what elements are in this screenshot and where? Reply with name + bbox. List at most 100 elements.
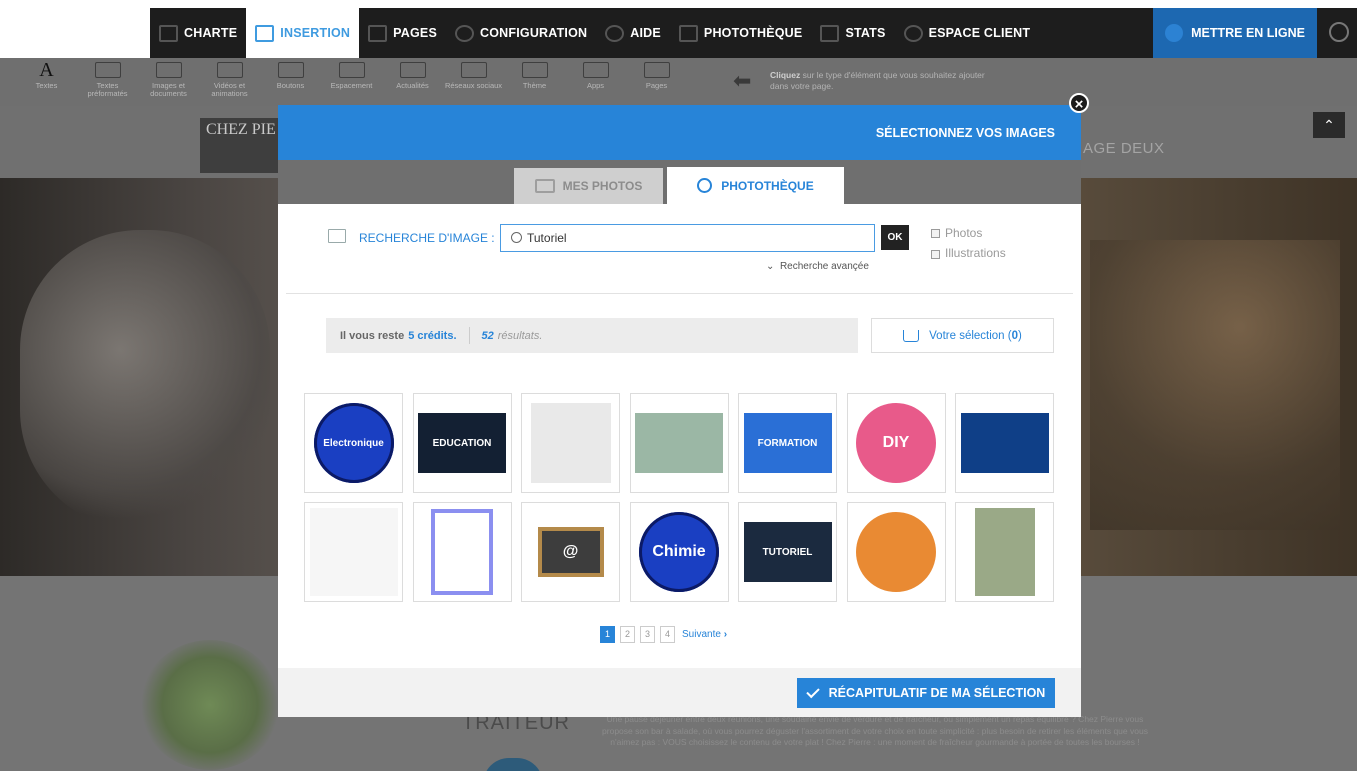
selection-button[interactable]: Votre sélection (0) bbox=[871, 318, 1054, 353]
image-thumbnail[interactable] bbox=[955, 502, 1054, 602]
back-arrow-icon: ⬅ bbox=[733, 68, 752, 93]
tool-textes-preformates[interactable]: Textes préformatés bbox=[77, 58, 138, 106]
tool-espacement[interactable]: Espacement bbox=[321, 58, 382, 106]
thumbnail-text: FORMATION bbox=[757, 437, 818, 449]
nav-label: INSERTION bbox=[280, 26, 351, 40]
hero-coffee-image bbox=[20, 230, 270, 530]
tool-apps[interactable]: Apps bbox=[565, 58, 626, 106]
page-2-button[interactable]: 2 bbox=[620, 626, 635, 643]
image-icon bbox=[328, 229, 346, 243]
tool-label: Boutons bbox=[276, 81, 305, 90]
image-thumbnail[interactable] bbox=[521, 393, 620, 493]
nav-charte[interactable]: CHARTE bbox=[150, 8, 246, 58]
tab-phototheque[interactable]: PHOTOTHÈQUE bbox=[667, 167, 844, 204]
tool-label: Vidéos et animations bbox=[211, 81, 248, 98]
tool-pages[interactable]: Pages bbox=[626, 58, 687, 106]
search-icon bbox=[511, 232, 522, 243]
upload-icon bbox=[1165, 24, 1184, 42]
nav-phototheque[interactable]: PHOTOTHÈQUE bbox=[670, 8, 812, 58]
nav-stats[interactable]: STATS bbox=[811, 8, 894, 58]
nav-insertion[interactable]: INSERTION bbox=[246, 8, 360, 58]
advanced-search-link[interactable]: ⌄ Recherche avançée bbox=[766, 261, 869, 272]
main-menu-bar: CHARTE INSERTION PAGES CONFIGURATION AID… bbox=[150, 8, 1357, 58]
chevron-down-icon: ⌄ bbox=[766, 261, 775, 272]
insert-toolbar: A Textes Textes préformatés Images et doc… bbox=[0, 58, 1357, 106]
image-thumbnail[interactable]: Chimie bbox=[629, 502, 729, 602]
close-icon[interactable]: × bbox=[1069, 93, 1089, 113]
toolbar-hint: Cliquez sur le type d'élément que vous s… bbox=[770, 70, 990, 92]
tool-theme[interactable]: Thème bbox=[504, 58, 565, 106]
thumbnail-text: Chimie bbox=[652, 543, 706, 560]
page-4-button[interactable]: 4 bbox=[660, 626, 675, 643]
globe-touch-thumb bbox=[960, 413, 1049, 473]
credits-bar: Il vous reste 5 crédits. 52 résultats. bbox=[326, 318, 858, 353]
chevron-up-icon[interactable]: ⌃ bbox=[1313, 112, 1345, 138]
recap-button[interactable]: RÉCAPITULATIF DE MA SÉLECTION bbox=[797, 678, 1055, 708]
tool-textes[interactable]: A Textes bbox=[16, 58, 77, 106]
pencil-icon bbox=[255, 24, 275, 42]
nav-label: ESPACE CLIENT bbox=[928, 26, 1031, 40]
nav-pages[interactable]: PAGES bbox=[359, 8, 446, 58]
image-thumbnail[interactable] bbox=[629, 393, 729, 493]
candles-thumb bbox=[635, 413, 723, 473]
image-thumbnail[interactable] bbox=[412, 502, 512, 602]
theme-icon bbox=[521, 62, 548, 78]
image-thumbnail[interactable]: @ bbox=[521, 502, 620, 602]
tool-videos[interactable]: Vidéos et animations bbox=[199, 58, 260, 106]
tool-reseaux-sociaux[interactable]: Réseaux sociaux bbox=[443, 58, 504, 106]
advanced-search-label: Recherche avançée bbox=[779, 261, 869, 272]
publish-button[interactable]: METTRE EN LIGNE bbox=[1153, 8, 1317, 58]
nav-configuration[interactable]: CONFIGURATION bbox=[446, 8, 596, 58]
video-icon bbox=[216, 62, 243, 78]
tab-label: MES PHOTOS bbox=[562, 179, 643, 193]
page-1-button[interactable]: 1 bbox=[600, 626, 615, 643]
nav-aide[interactable]: AIDE bbox=[596, 8, 670, 58]
tool-label: Textes bbox=[35, 81, 58, 90]
palette-icon bbox=[159, 24, 178, 42]
tab-mes-photos[interactable]: MES PHOTOS bbox=[514, 168, 663, 204]
selection-count: 0 bbox=[1011, 329, 1019, 342]
site-menu: AGE DEUX bbox=[1083, 140, 1165, 157]
nav-label: STATS bbox=[845, 26, 886, 40]
tutoriel-wordcloud-thumb: TUTORIEL bbox=[743, 522, 832, 582]
modal-header: SÉLECTIONNEZ VOS IMAGES bbox=[278, 105, 1081, 160]
image-thumbnail[interactable]: Electronique bbox=[304, 393, 403, 493]
chevron-right-icon: › bbox=[720, 629, 728, 640]
rss-icon bbox=[399, 62, 426, 78]
credits-prefix: Il vous reste bbox=[340, 329, 405, 342]
hint-bold: Cliquez bbox=[770, 70, 801, 80]
image-thumbnail[interactable] bbox=[846, 502, 946, 602]
search-icon bbox=[697, 178, 713, 193]
search-input[interactable] bbox=[527, 225, 857, 251]
education-wordcloud-thumb: EDUCATION bbox=[418, 413, 506, 473]
social-icon bbox=[460, 62, 487, 78]
tool-label: Espacement bbox=[330, 81, 373, 90]
illustrations-checkbox[interactable] bbox=[931, 250, 940, 259]
recap-label: RÉCAPITULATIF DE MA SÉLECTION bbox=[828, 686, 1046, 700]
photos-checkbox[interactable] bbox=[931, 229, 940, 238]
tool-images[interactable]: Images et documents bbox=[138, 58, 199, 106]
hint-text: sur le type d'élément que vous souhaitez… bbox=[770, 70, 985, 91]
image-thumbnail[interactable]: TUTORIEL bbox=[738, 502, 837, 602]
tool-label: Pages bbox=[645, 81, 668, 90]
image-thumbnail[interactable]: FORMATION bbox=[738, 393, 837, 493]
image-thumbnail[interactable] bbox=[955, 393, 1054, 493]
page-3-button[interactable]: 3 bbox=[640, 626, 655, 643]
image-thumbnail[interactable] bbox=[304, 502, 403, 602]
thumbnail-text: DIY bbox=[882, 434, 910, 451]
nav-espace-client[interactable]: ESPACE CLIENT bbox=[895, 8, 1040, 58]
ok-button[interactable]: OK bbox=[881, 225, 909, 250]
divider bbox=[468, 327, 470, 344]
cart-icon bbox=[903, 329, 920, 342]
tool-label: Apps bbox=[586, 81, 605, 90]
salad-image bbox=[140, 640, 280, 770]
nav-label: PAGES bbox=[393, 26, 438, 40]
tool-actualites[interactable]: Actualités bbox=[382, 58, 443, 106]
thumbnail-text: TUTORIEL bbox=[762, 546, 813, 558]
power-icon[interactable] bbox=[1329, 22, 1349, 42]
app-globe-thumb bbox=[856, 512, 936, 592]
image-thumbnail[interactable]: DIY bbox=[846, 393, 946, 493]
image-thumbnail[interactable]: EDUCATION bbox=[412, 393, 512, 493]
next-page-link[interactable]: Suivante › bbox=[682, 629, 727, 640]
tool-boutons[interactable]: Boutons bbox=[260, 58, 321, 106]
